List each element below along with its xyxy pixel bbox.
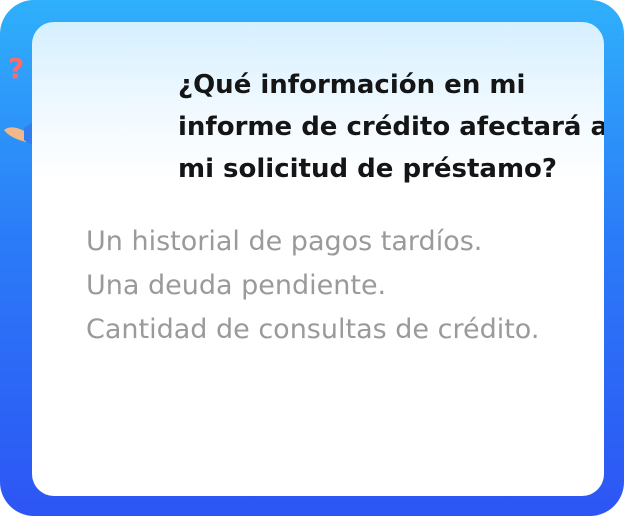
answer-item-3[interactable]: Cantidad de consultas de crédito. <box>86 308 604 352</box>
answer-item-1[interactable]: Un historial de pagos tardíos. <box>86 220 604 264</box>
answer-item-2[interactable]: Una deuda pendiente. <box>86 264 604 308</box>
question-text: ¿Qué información en mi informe de crédit… <box>178 70 604 184</box>
answer-list: Un historial de pagos tardíos. Una deuda… <box>86 220 604 352</box>
question-mark-icon: ? <box>8 52 24 85</box>
question-card: ¿Qué información en mi informe de crédit… <box>32 22 604 496</box>
